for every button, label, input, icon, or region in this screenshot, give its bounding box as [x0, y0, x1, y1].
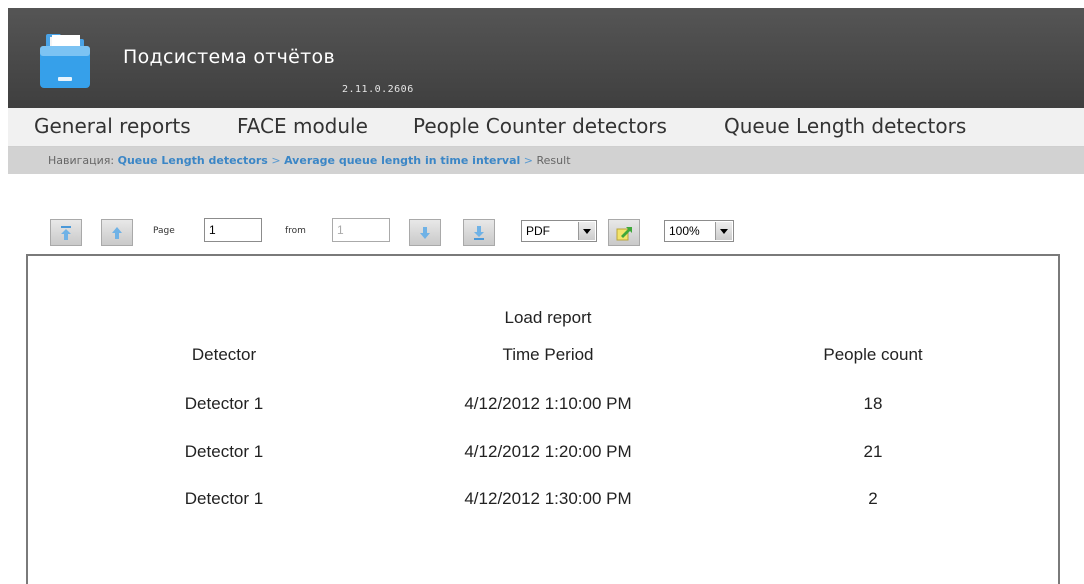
menu-item-face-module[interactable]: FACE module: [237, 114, 368, 138]
app-header: Подсистема отчётов 2.11.0.2606: [8, 8, 1084, 108]
last-page-icon: [474, 225, 484, 240]
table-cell-people-count: 2: [868, 489, 878, 508]
table-cell-time-period: 4/12/2012 1:30:00 PM: [464, 489, 632, 508]
app-title: Подсистема отчётов: [123, 46, 335, 68]
arrow-down-icon: [420, 226, 430, 239]
table-cell-time-period: 4/12/2012 1:10:00 PM: [464, 394, 632, 413]
table-cell-people-count: 18: [863, 394, 883, 413]
menu-item-people-counter[interactable]: People Counter detectors: [413, 114, 667, 138]
last-page-button[interactable]: [463, 219, 495, 246]
next-page-button[interactable]: [409, 219, 441, 246]
table-cell-time-period: 4/12/2012 1:20:00 PM: [464, 442, 632, 461]
export-format-value: PDF: [526, 224, 550, 238]
breadcrumb: Навигация: Queue Length detectors > Aver…: [8, 147, 1084, 174]
total-pages-field: 1: [332, 218, 390, 242]
main-menu: General reports FACE module People Count…: [8, 108, 1084, 147]
export-format-select[interactable]: PDF: [521, 220, 597, 242]
folder-logo-icon: [40, 34, 90, 88]
breadcrumb-current: Result: [536, 154, 571, 167]
table-cell-detector: Detector 1: [184, 489, 264, 508]
previous-page-button[interactable]: [101, 219, 133, 246]
column-header-time-period: Time Period: [502, 345, 594, 364]
from-label: from: [285, 226, 306, 236]
zoom-select[interactable]: 100%: [664, 220, 734, 242]
breadcrumb-link-average-queue[interactable]: Average queue length in time interval: [284, 154, 520, 167]
report-title: Load report: [504, 308, 592, 327]
arrow-up-icon: [112, 226, 122, 239]
first-page-button[interactable]: [50, 219, 82, 246]
zoom-value: 100%: [669, 224, 700, 238]
table-cell-people-count: 21: [863, 442, 883, 461]
export-button[interactable]: [608, 219, 640, 246]
menu-item-queue-length[interactable]: Queue Length detectors: [724, 114, 966, 138]
page-number-input[interactable]: 1: [204, 218, 262, 242]
column-header-detector: Detector: [191, 345, 257, 364]
report-viewer: Load report Detector Time Period People …: [26, 254, 1060, 584]
table-cell-detector: Detector 1: [184, 442, 264, 461]
table-cell-detector: Detector 1: [184, 394, 264, 413]
breadcrumb-prefix: Навигация:: [48, 154, 118, 167]
breadcrumb-link-queue-length[interactable]: Queue Length detectors: [118, 154, 268, 167]
column-header-people-count: People count: [823, 345, 923, 364]
dropdown-arrow-icon: [578, 222, 595, 240]
page-label: Page: [153, 226, 175, 236]
menu-item-general-reports[interactable]: General reports: [34, 114, 191, 138]
app-version: 2.11.0.2606: [342, 84, 414, 95]
dropdown-arrow-icon: [715, 222, 732, 240]
first-page-icon: [61, 225, 71, 240]
breadcrumb-separator: >: [267, 154, 285, 167]
breadcrumb-separator: >: [520, 154, 537, 167]
export-icon: [616, 226, 632, 240]
